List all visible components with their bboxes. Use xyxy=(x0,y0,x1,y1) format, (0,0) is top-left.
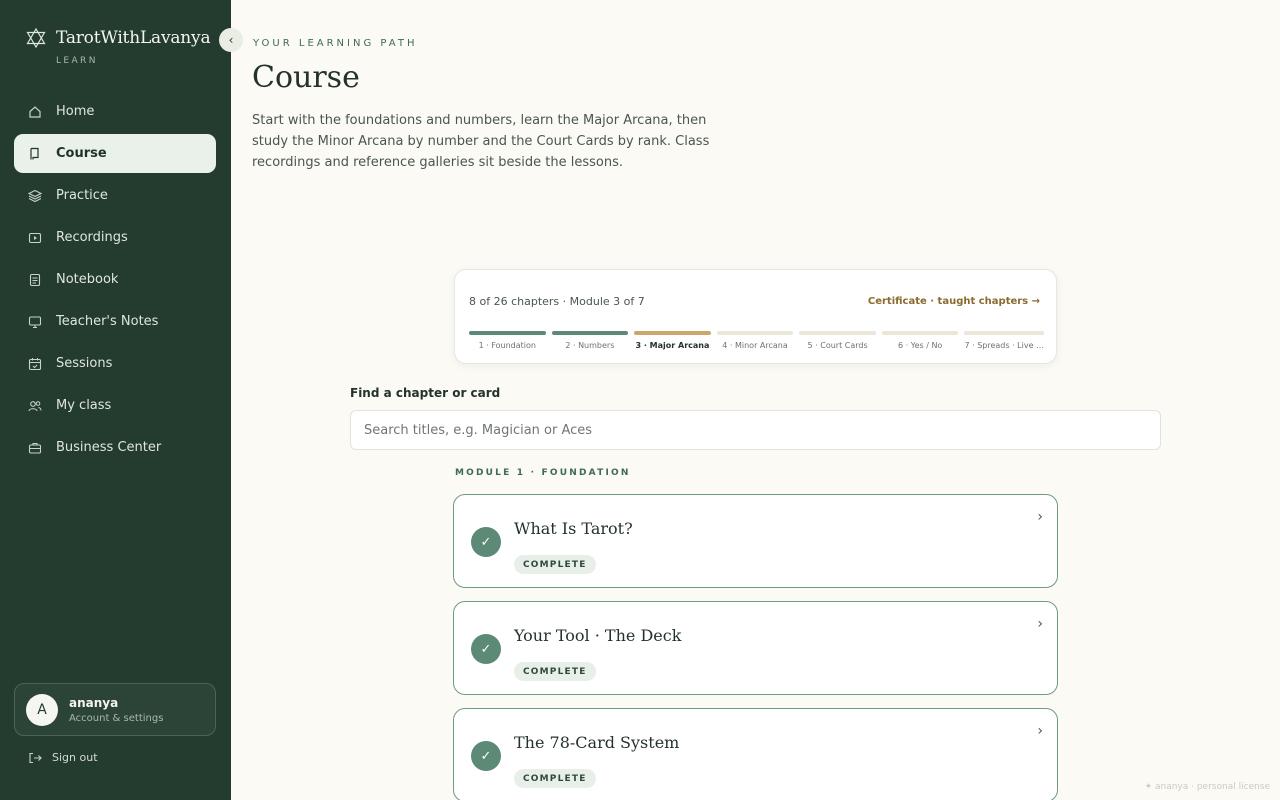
module-bar xyxy=(881,331,959,335)
brand-logo[interactable]: TarotWithLavanya xyxy=(26,28,211,48)
sidebar-item-label: Notebook xyxy=(56,272,119,287)
status-badge: COMPLETE xyxy=(514,555,596,574)
module-label: 3 · Major Arcana xyxy=(635,341,710,350)
sidebar-item-label: Business Center xyxy=(56,440,162,455)
module-step-6[interactable]: 6 · Yes / No xyxy=(881,331,959,350)
chapter-title: What Is Tarot? xyxy=(514,519,633,538)
license-watermark: ✦ ananya · personal license xyxy=(1144,782,1270,792)
check-icon: ✓ xyxy=(471,634,501,664)
module-progress: 1 · Foundation 2 · Numbers 3 · Major Arc… xyxy=(469,331,1045,350)
chapter-title: The 78-Card System xyxy=(514,733,680,752)
module-step-7[interactable]: 7 · Spreads · Live … xyxy=(964,331,1045,350)
chapter-card[interactable]: ✓ The 78-Card System COMPLETE › xyxy=(453,708,1058,800)
sidebar-item-label: Sessions xyxy=(56,356,113,371)
sidebar-item-label: My class xyxy=(56,398,112,413)
chapter-card[interactable]: ✓ Your Tool · The Deck COMPLETE › xyxy=(453,601,1058,695)
sidebar-item-recordings[interactable]: Recordings xyxy=(14,218,216,257)
module-label: 5 · Court Cards xyxy=(807,341,868,350)
home-icon xyxy=(28,105,42,119)
sidebar-item-label: Course xyxy=(56,146,107,161)
monitor-icon xyxy=(28,315,42,329)
module-step-2[interactable]: 2 · Numbers xyxy=(551,331,629,350)
search-input[interactable] xyxy=(350,410,1161,450)
layers-icon xyxy=(28,189,42,203)
page-intro: Start with the foundations and numbers, … xyxy=(252,113,710,170)
module-bar xyxy=(469,331,546,335)
module-step-1[interactable]: 1 · Foundation xyxy=(469,331,546,350)
module-bar xyxy=(551,331,629,335)
sidebar-item-label: Home xyxy=(56,104,95,119)
status-badge: COMPLETE xyxy=(514,662,596,681)
page-title: Course xyxy=(252,60,360,95)
sign-out-button[interactable]: Sign out xyxy=(28,751,98,764)
sidebar-item-business-center[interactable]: Business Center xyxy=(14,428,216,467)
check-icon: ✓ xyxy=(471,741,501,771)
module-bar xyxy=(964,331,1045,335)
sign-out-label: Sign out xyxy=(52,751,98,764)
page-eyebrow: YOUR LEARNING PATH xyxy=(253,38,418,49)
sidebar-item-course[interactable]: Course xyxy=(14,134,216,173)
module-bar xyxy=(634,331,711,335)
play-icon xyxy=(28,231,42,245)
chevron-right-icon: › xyxy=(1037,723,1043,739)
sidebar-item-sessions[interactable]: Sessions xyxy=(14,344,216,383)
account-settings-label: Account & settings xyxy=(69,712,164,724)
module-step-4[interactable]: 4 · Minor Arcana xyxy=(716,331,794,350)
check-icon: ✓ xyxy=(471,527,501,557)
brand-name: TarotWithLavanya xyxy=(56,28,211,48)
chevron-left-icon: ‹ xyxy=(228,33,234,47)
sidebar-item-label: Practice xyxy=(56,188,108,203)
module-label: 2 · Numbers xyxy=(565,341,615,350)
users-icon xyxy=(28,399,42,413)
sidebar-item-my-class[interactable]: My class xyxy=(14,386,216,425)
sign-out-icon xyxy=(29,752,42,763)
user-name: ananya xyxy=(69,695,119,710)
progress-summary: 8 of 26 chapters · Module 3 of 7 xyxy=(469,295,645,308)
module-label: 7 · Spreads · Live … xyxy=(964,341,1045,350)
certificate-link[interactable]: Certificate · taught chapters → xyxy=(868,296,1040,307)
chevron-right-icon: › xyxy=(1037,509,1043,525)
calendar-icon xyxy=(28,357,42,371)
module-bar xyxy=(799,331,876,335)
sidebar-nav: Home Course Practice Recordings Notebook… xyxy=(14,92,216,470)
sidebar-item-teachers-notes[interactable]: Teacher's Notes xyxy=(14,302,216,341)
progress-card: 8 of 26 chapters · Module 3 of 7 Certifi… xyxy=(454,269,1057,364)
module-label: 6 · Yes / No xyxy=(898,341,943,350)
module-label: 4 · Minor Arcana xyxy=(722,341,788,350)
sidebar-item-notebook[interactable]: Notebook xyxy=(14,260,216,299)
account-card[interactable]: A ananya Account & settings xyxy=(14,683,216,736)
module-heading: MODULE 1 · FOUNDATION xyxy=(455,468,631,478)
sidebar: TarotWithLavanya LEARN Home Course Pract… xyxy=(0,0,231,800)
module-bar xyxy=(716,331,794,335)
sidebar-item-label: Recordings xyxy=(56,230,128,245)
sidebar-item-practice[interactable]: Practice xyxy=(14,176,216,215)
module-step-5[interactable]: 5 · Court Cards xyxy=(799,331,876,350)
collapse-sidebar-button[interactable]: ‹ xyxy=(219,28,243,52)
briefcase-icon xyxy=(28,441,42,455)
book-icon xyxy=(28,147,42,161)
star-of-david-icon xyxy=(26,28,46,48)
sidebar-item-label: Teacher's Notes xyxy=(56,314,159,329)
chapter-title: Your Tool · The Deck xyxy=(514,626,682,645)
notebook-icon xyxy=(28,273,42,287)
chapter-card[interactable]: ✓ What Is Tarot? COMPLETE › xyxy=(453,494,1058,588)
module-label: 1 · Foundation xyxy=(478,341,536,350)
brand-subtitle: LEARN xyxy=(56,56,98,66)
chevron-right-icon: › xyxy=(1037,616,1043,632)
status-badge: COMPLETE xyxy=(514,769,596,788)
sidebar-item-home[interactable]: Home xyxy=(14,92,216,131)
search-label: Find a chapter or card xyxy=(350,386,501,400)
module-step-3[interactable]: 3 · Major Arcana xyxy=(634,331,711,350)
avatar: A xyxy=(26,693,58,726)
